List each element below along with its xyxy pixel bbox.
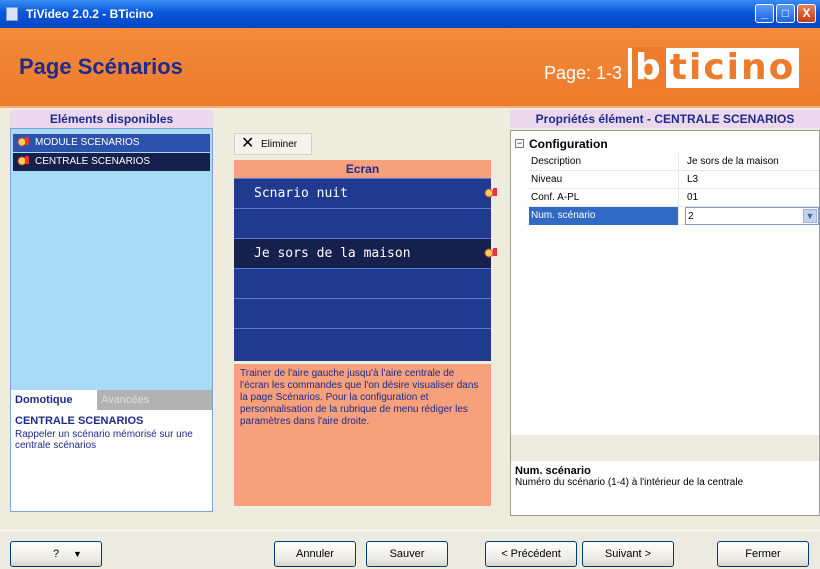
page-header: Page Scénarios Page: 1-3 b ticino xyxy=(0,28,820,108)
chevron-down-icon[interactable]: ▼ xyxy=(803,209,817,223)
available-elements-title: Eléments disponibles xyxy=(10,110,213,128)
close-window-button[interactable]: X xyxy=(797,4,816,23)
page-number: Page: 1-3 xyxy=(544,63,623,83)
bottom-bar: ? ▼ Annuler Sauver < Précédent Suivant >… xyxy=(0,530,820,569)
property-key: Niveau xyxy=(529,171,679,189)
property-group[interactable]: − Configuration xyxy=(511,135,819,153)
panel-divider xyxy=(511,435,819,461)
x-icon: ✕ xyxy=(241,135,255,152)
properties-title: Propriétés élément - CENTRALE SCENARIOS xyxy=(510,110,820,128)
property-description-title: Num. scénario xyxy=(515,465,591,477)
lamp-icon xyxy=(484,188,497,198)
available-elements-panel: MODULE SCENARIOS CENTRALE SCENARIOS Domo… xyxy=(10,128,213,512)
property-key: Description xyxy=(529,153,679,171)
screen-row[interactable] xyxy=(234,208,491,238)
screen-title: Ecran xyxy=(234,160,491,178)
property-value[interactable]: L3 xyxy=(685,171,819,189)
property-group-label: Configuration xyxy=(529,137,608,151)
lamp-icon xyxy=(17,137,29,147)
property-key: Conf. A-PL xyxy=(529,189,679,207)
previous-button[interactable]: < Précédent xyxy=(485,541,577,567)
lamp-icon xyxy=(17,156,29,166)
property-description-text: Numéro du scénario (1-4) à l'intérieur d… xyxy=(515,477,744,488)
screen-row[interactable]: Je sors de la maison xyxy=(234,238,491,268)
delete-button[interactable]: ✕ Eliminer xyxy=(234,133,312,155)
app-icon xyxy=(6,7,18,21)
description-title: CENTRALE SCENARIOS xyxy=(15,415,144,427)
property-value[interactable]: Je sors de la maison xyxy=(685,153,819,171)
close-button[interactable]: Fermer xyxy=(717,541,809,567)
cancel-button[interactable]: Annuler xyxy=(274,541,356,567)
property-grid: − Configuration Description Je sors de l… xyxy=(511,131,819,435)
maximize-button[interactable]: □ xyxy=(776,4,795,23)
help-button[interactable]: ? ▼ xyxy=(10,541,102,567)
property-key: Num. scénario xyxy=(529,207,679,225)
collapse-icon[interactable]: − xyxy=(515,139,524,148)
window-title: TiVideo 2.0.2 - BTicino xyxy=(26,7,154,21)
list-item[interactable]: CENTRALE SCENARIOS xyxy=(13,153,210,171)
tab-avancees[interactable]: Avancées xyxy=(101,390,149,410)
property-description: Num. scénario Numéro du scénario (1-4) à… xyxy=(511,461,819,515)
property-row[interactable]: Niveau L3 xyxy=(527,171,819,189)
element-description: CENTRALE SCENARIOS Rappeler un scénario … xyxy=(11,410,212,511)
screen-area: Scnario nuit Je sors de la maison xyxy=(234,178,491,361)
screen-row[interactable] xyxy=(234,268,491,298)
list-item[interactable]: MODULE SCENARIOS xyxy=(13,134,210,152)
next-button[interactable]: Suivant > xyxy=(582,541,674,567)
minimize-button[interactable]: _ xyxy=(755,4,774,23)
property-value[interactable]: 01 xyxy=(685,189,819,207)
screen-row[interactable]: Scnario nuit xyxy=(234,178,491,208)
tab-bar: Domotique Avancées xyxy=(11,390,212,410)
caret-down-icon: ▼ xyxy=(73,549,82,559)
property-row[interactable]: Description Je sors de la maison xyxy=(527,153,819,171)
description-text: Rappeler un scénario mémorisé sur une ce… xyxy=(15,429,193,451)
delete-label: Eliminer xyxy=(261,139,298,150)
screen-row[interactable] xyxy=(234,298,491,328)
help-text: Trainer de l'aire gauche jusqu'à l'aire … xyxy=(234,364,491,506)
properties-panel: − Configuration Description Je sors de l… xyxy=(510,130,820,516)
property-value: 2 xyxy=(688,211,694,222)
property-row[interactable]: Conf. A-PL 01 xyxy=(527,189,819,207)
property-row[interactable]: Num. scénario 2 ▼ xyxy=(527,207,819,225)
bticino-logo: b ticino xyxy=(628,47,800,88)
help-label: ? xyxy=(52,548,60,560)
page-title: Page Scénarios xyxy=(19,54,183,79)
screen-row[interactable] xyxy=(234,328,491,358)
lamp-icon xyxy=(484,248,497,258)
scenario-number-select[interactable]: 2 ▼ xyxy=(685,207,819,225)
save-button[interactable]: Sauver xyxy=(366,541,448,567)
tab-domotique[interactable]: Domotique xyxy=(11,390,97,410)
list-item-label: MODULE SCENARIOS xyxy=(35,137,140,148)
title-bar: TiVideo 2.0.2 - BTicino _ □ X xyxy=(0,0,820,28)
list-item-label: CENTRALE SCENARIOS xyxy=(35,156,151,167)
